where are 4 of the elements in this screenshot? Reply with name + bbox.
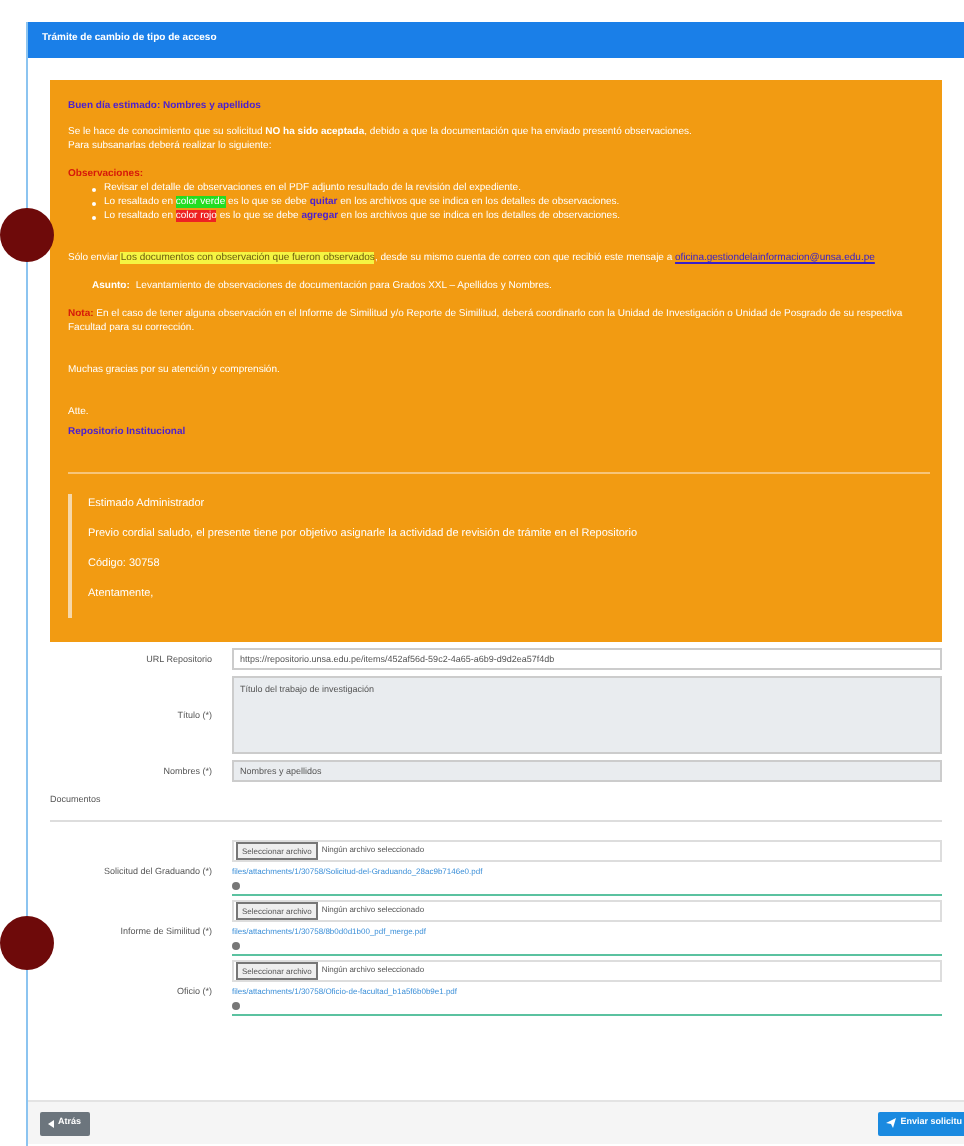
timeline-marker: [0, 916, 54, 970]
timeline-marker: [0, 208, 54, 262]
arrow-left-icon: [48, 1119, 54, 1127]
send-icon: [886, 1118, 897, 1128]
